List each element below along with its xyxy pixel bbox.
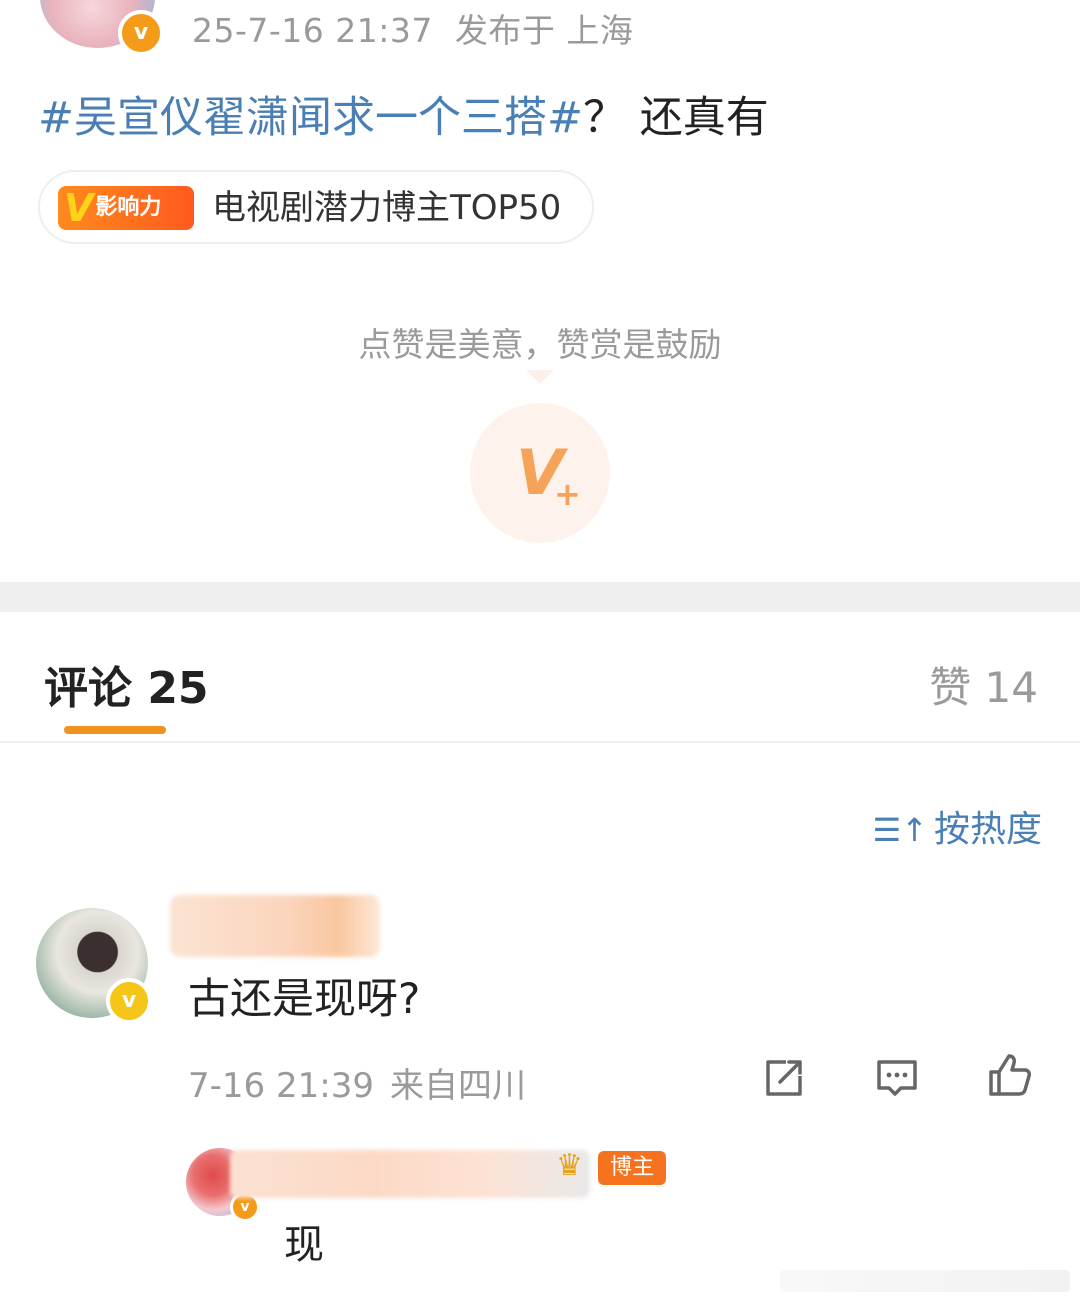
author-tag: 博主 <box>598 1151 667 1185</box>
reward-button[interactable]: V + <box>470 403 610 543</box>
v-plus-reward-icon: V <box>516 436 564 509</box>
commenter-name-redacted <box>170 895 380 957</box>
reply-author-name-redacted <box>230 1150 590 1198</box>
post-text: ？ 还真有 <box>583 93 769 143</box>
influence-title: 电视剧潜力博主TOP50 <box>212 188 562 228</box>
tab-active-indicator <box>64 726 166 734</box>
sort-label: 按热度 <box>933 809 1042 850</box>
sort-toggle[interactable]: ☰↑ 按热度 <box>872 800 1042 852</box>
comment-meta: 7-16 21:39 来自四川 <box>188 1058 526 1107</box>
reply-text: 现 <box>284 1222 324 1268</box>
post-timestamp: 25-7-16 21:37 <box>192 11 433 50</box>
tabs-divider <box>0 741 1080 743</box>
comment-time: 7-16 21:39 <box>188 1066 374 1106</box>
reward-caption: 点赞是美意，赞赏是鼓励 <box>358 325 722 364</box>
topic-link[interactable]: #吴宣仪翟潇闻求一个三搭# <box>38 93 583 143</box>
like-icon[interactable] <box>985 1050 1033 1098</box>
verified-icon: v <box>106 978 152 1024</box>
comment-text: 古还是现呀? <box>188 974 421 1023</box>
sort-icon: ☰↑ <box>872 811 928 849</box>
influence-logo: V影响力 <box>58 186 194 230</box>
tab-likes[interactable]: 赞 14 <box>929 654 1038 715</box>
v-influence-icon: V <box>64 186 94 230</box>
post-location: 发布于 上海 <box>454 11 634 50</box>
section-divider <box>0 582 1080 612</box>
influence-badge-label: 影响力 <box>95 195 162 220</box>
crown-icon: ♛ <box>556 1148 583 1183</box>
comment-location: 来自四川 <box>389 1066 526 1106</box>
reward-caption-pointer <box>526 370 554 384</box>
tab-comments[interactable]: 评论 25 <box>44 652 209 716</box>
plus-icon: + <box>554 475 581 513</box>
post-meta: 25-7-16 21:37 发布于 上海 <box>192 4 633 52</box>
verified-icon: v <box>118 10 164 56</box>
influence-chip[interactable]: V影响力 电视剧潜力博主TOP50 <box>38 170 594 244</box>
scroll-fade <box>780 1270 1070 1292</box>
share-icon[interactable] <box>760 1054 808 1102</box>
post-content: #吴宣仪翟潇闻求一个三搭#？ 还真有 <box>38 83 769 145</box>
reply-icon[interactable] <box>873 1054 921 1102</box>
